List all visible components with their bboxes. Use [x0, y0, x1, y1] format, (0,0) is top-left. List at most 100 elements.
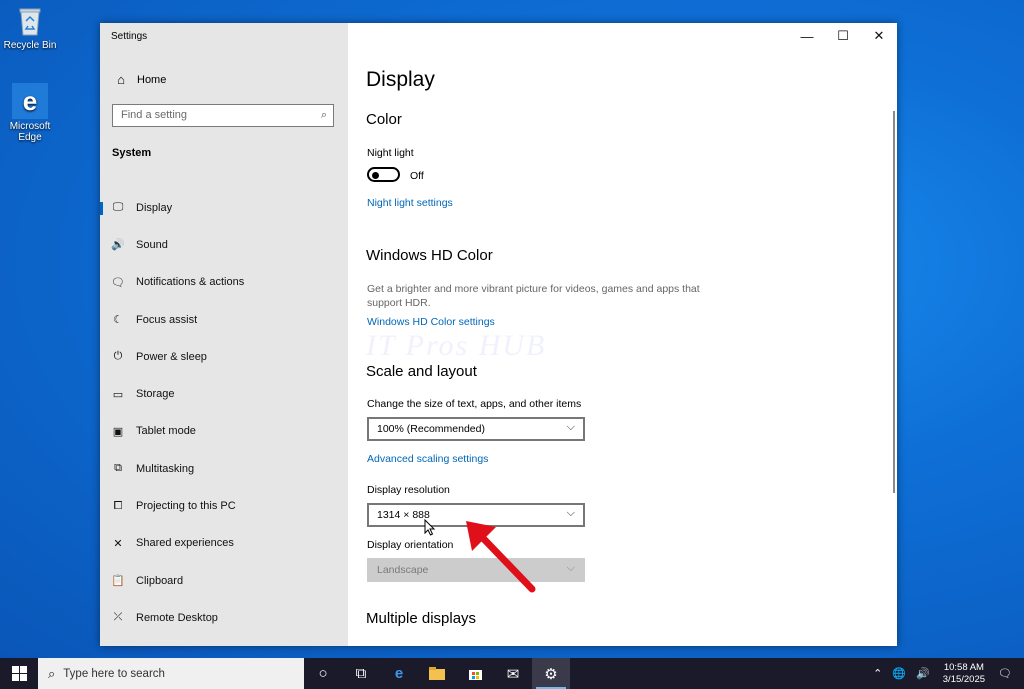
- chevron-down-icon: ⌵: [566, 421, 575, 433]
- size-label: Change the size of text, apps, and other…: [367, 398, 582, 410]
- sidebar-item-label: Display: [136, 201, 173, 214]
- edge-taskbar-icon[interactable]: e: [380, 658, 418, 689]
- sidebar-item-clipboard[interactable]: 📋 Clipboard: [100, 562, 348, 599]
- taskbar-search-box[interactable]: ⌕ Type here to search: [38, 658, 304, 689]
- watermark-text: IT Pros HUB: [366, 329, 547, 362]
- chevron-down-icon: ⌵: [566, 562, 575, 574]
- resolution-label: Display resolution: [367, 484, 450, 496]
- settings-taskbar-icon[interactable]: ⚙: [532, 658, 570, 689]
- sidebar-item-multitasking[interactable]: ⧉ Multitasking: [100, 450, 348, 487]
- multitasking-icon: ⧉: [114, 462, 122, 475]
- chevron-down-icon: ⌵: [566, 507, 575, 519]
- action-center-icon[interactable]: 🗨: [998, 667, 1012, 680]
- sidebar-item-sound[interactable]: 🔊 Sound: [100, 226, 348, 263]
- sidebar-item-label: Storage: [136, 388, 175, 401]
- cortana-icon[interactable]: ○: [304, 658, 342, 689]
- scale-value: 100% (Recommended): [377, 423, 485, 435]
- home-icon: ⌂: [117, 72, 125, 87]
- sidebar-item-label: Remote Desktop: [136, 611, 218, 624]
- orientation-label: Display orientation: [367, 539, 454, 551]
- color-heading: Color: [366, 111, 402, 128]
- store-icon[interactable]: [456, 658, 494, 689]
- clock-time: 10:58 AM: [943, 661, 984, 673]
- desktop-icon-label: Microsoft Edge: [9, 121, 51, 143]
- sidebar-item-label: Sound: [136, 238, 168, 251]
- scale-dropdown[interactable]: 100% (Recommended) ⌵: [367, 417, 585, 441]
- chevron-up-icon[interactable]: ⌃: [873, 667, 882, 680]
- sidebar-item-label: Clipboard: [136, 574, 184, 587]
- sidebar-item-label: Multitasking: [136, 462, 195, 475]
- night-light-label: Night light: [367, 147, 414, 159]
- projecting-icon: ⧠: [113, 499, 123, 512]
- clock-date: 3/15/2025: [942, 673, 986, 685]
- sidebar-item-label: Shared experiences: [136, 537, 234, 550]
- sidebar-item-power-sleep[interactable]: ⏻ Power & sleep: [100, 338, 348, 375]
- home-link[interactable]: ⌂ Home: [112, 72, 166, 87]
- moon-icon: ☾: [113, 314, 123, 327]
- sidebar-item-focus-assist[interactable]: ☾ Focus assist: [100, 301, 348, 338]
- sidebar-item-projecting-to-this-pc[interactable]: ⧠ Projecting to this PC: [100, 487, 348, 524]
- sidebar-item-label: Projecting to this PC: [136, 500, 236, 513]
- sidebar-item-shared-experiences[interactable]: ✕ Shared experiences: [100, 525, 348, 562]
- search-icon: ⌕: [320, 109, 327, 121]
- task-view-icon[interactable]: ⧉: [342, 658, 380, 689]
- search-icon: ⌕: [48, 665, 56, 681]
- sidebar-item-notifications-actions[interactable]: 🗨 Notifications & actions: [100, 264, 348, 301]
- advanced-scaling-link[interactable]: Advanced scaling settings: [367, 453, 488, 465]
- taskbar: ⌕ Type here to search ○ ⧉ e ✉ ⚙ ⌃ 🌐 🔊 10…: [0, 658, 1024, 689]
- find-setting-input[interactable]: Find a setting ⌕: [112, 104, 334, 127]
- system-tray: ⌃ 🌐 🔊 10:58 AM 3/15/2025 🗨: [868, 658, 1024, 689]
- clipboard-icon: 📋: [111, 575, 125, 588]
- scale-heading: Scale and layout: [366, 363, 477, 380]
- sidebar-item-tablet-mode[interactable]: ▣ Tablet mode: [100, 413, 348, 450]
- sidebar-item-about[interactable]: ⓘAbout: [100, 637, 348, 646]
- red-arrow-annotation: [466, 521, 536, 593]
- shared-icon: ✕: [113, 537, 123, 550]
- sidebar-item-display[interactable]: 🖵 Display: [100, 189, 348, 226]
- toggle-knob: [372, 171, 379, 179]
- search-placeholder: Find a setting: [121, 109, 188, 121]
- file-explorer-icon[interactable]: [418, 658, 456, 689]
- speaker-icon: 🔊: [111, 239, 125, 252]
- windows-logo-icon: [11, 666, 27, 681]
- remote-icon: ⤫: [113, 611, 123, 624]
- monitor-icon: 🖵: [112, 201, 124, 214]
- recycle-bin-icon: [13, 4, 47, 38]
- resolution-value: 1314 × 888: [377, 509, 430, 521]
- tablet-icon: ▣: [112, 425, 124, 438]
- content-pane: Display Color Night light Off Night ligh…: [348, 23, 897, 646]
- start-button[interactable]: [0, 658, 38, 689]
- sidebar: Settings ⌂ Home Find a setting ⌕ System …: [100, 23, 348, 646]
- window-title: Settings: [111, 31, 148, 42]
- notification-icon: 🗨: [111, 276, 125, 289]
- desktop-icon-recycle-bin[interactable]: Recycle Bin: [0, 4, 60, 51]
- page-title: Display: [366, 68, 435, 91]
- sidebar-item-storage[interactable]: ▭ Storage: [100, 375, 348, 412]
- section-label: System: [112, 147, 152, 159]
- svg-text:e: e: [23, 86, 37, 116]
- nav-list: 🖵 Display 🔊 Sound 🗨 Notifications & actions ☾ F…: [100, 189, 348, 646]
- sidebar-item-label: Notifications & actions: [136, 276, 245, 289]
- taskbar-search-placeholder: Type here to search: [63, 667, 165, 680]
- night-light-toggle[interactable]: [367, 167, 400, 182]
- orientation-value: Landscape: [377, 564, 429, 576]
- hdr-heading: Windows HD Color: [366, 247, 493, 264]
- night-light-settings-link[interactable]: Night light settings: [367, 197, 453, 209]
- scrollbar[interactable]: [893, 111, 895, 493]
- sidebar-item-label: Tablet mode: [136, 425, 196, 438]
- clock[interactable]: 10:58 AM 3/15/2025: [943, 662, 985, 686]
- volume-icon[interactable]: 🔊: [916, 667, 930, 680]
- sidebar-item-remote-desktop[interactable]: ⤫ Remote Desktop: [100, 599, 348, 636]
- home-label: Home: [137, 73, 167, 86]
- hdr-settings-link[interactable]: Windows HD Color settings: [367, 316, 495, 328]
- sidebar-item-label: Power & sleep: [136, 350, 207, 363]
- hdr-description: Get a brighter and more vibrant picture …: [367, 283, 700, 309]
- mouse-cursor-icon: [424, 519, 436, 536]
- power-icon: ⏻: [113, 350, 123, 363]
- desktop-icon-label: Recycle Bin: [3, 40, 57, 51]
- mail-icon[interactable]: ✉: [494, 658, 532, 689]
- network-icon[interactable]: 🌐: [892, 667, 906, 680]
- night-light-state: Off: [410, 170, 424, 182]
- desktop-icon-edge[interactable]: e Microsoft Edge: [0, 83, 60, 143]
- multiple-displays-heading: Multiple displays: [366, 610, 477, 627]
